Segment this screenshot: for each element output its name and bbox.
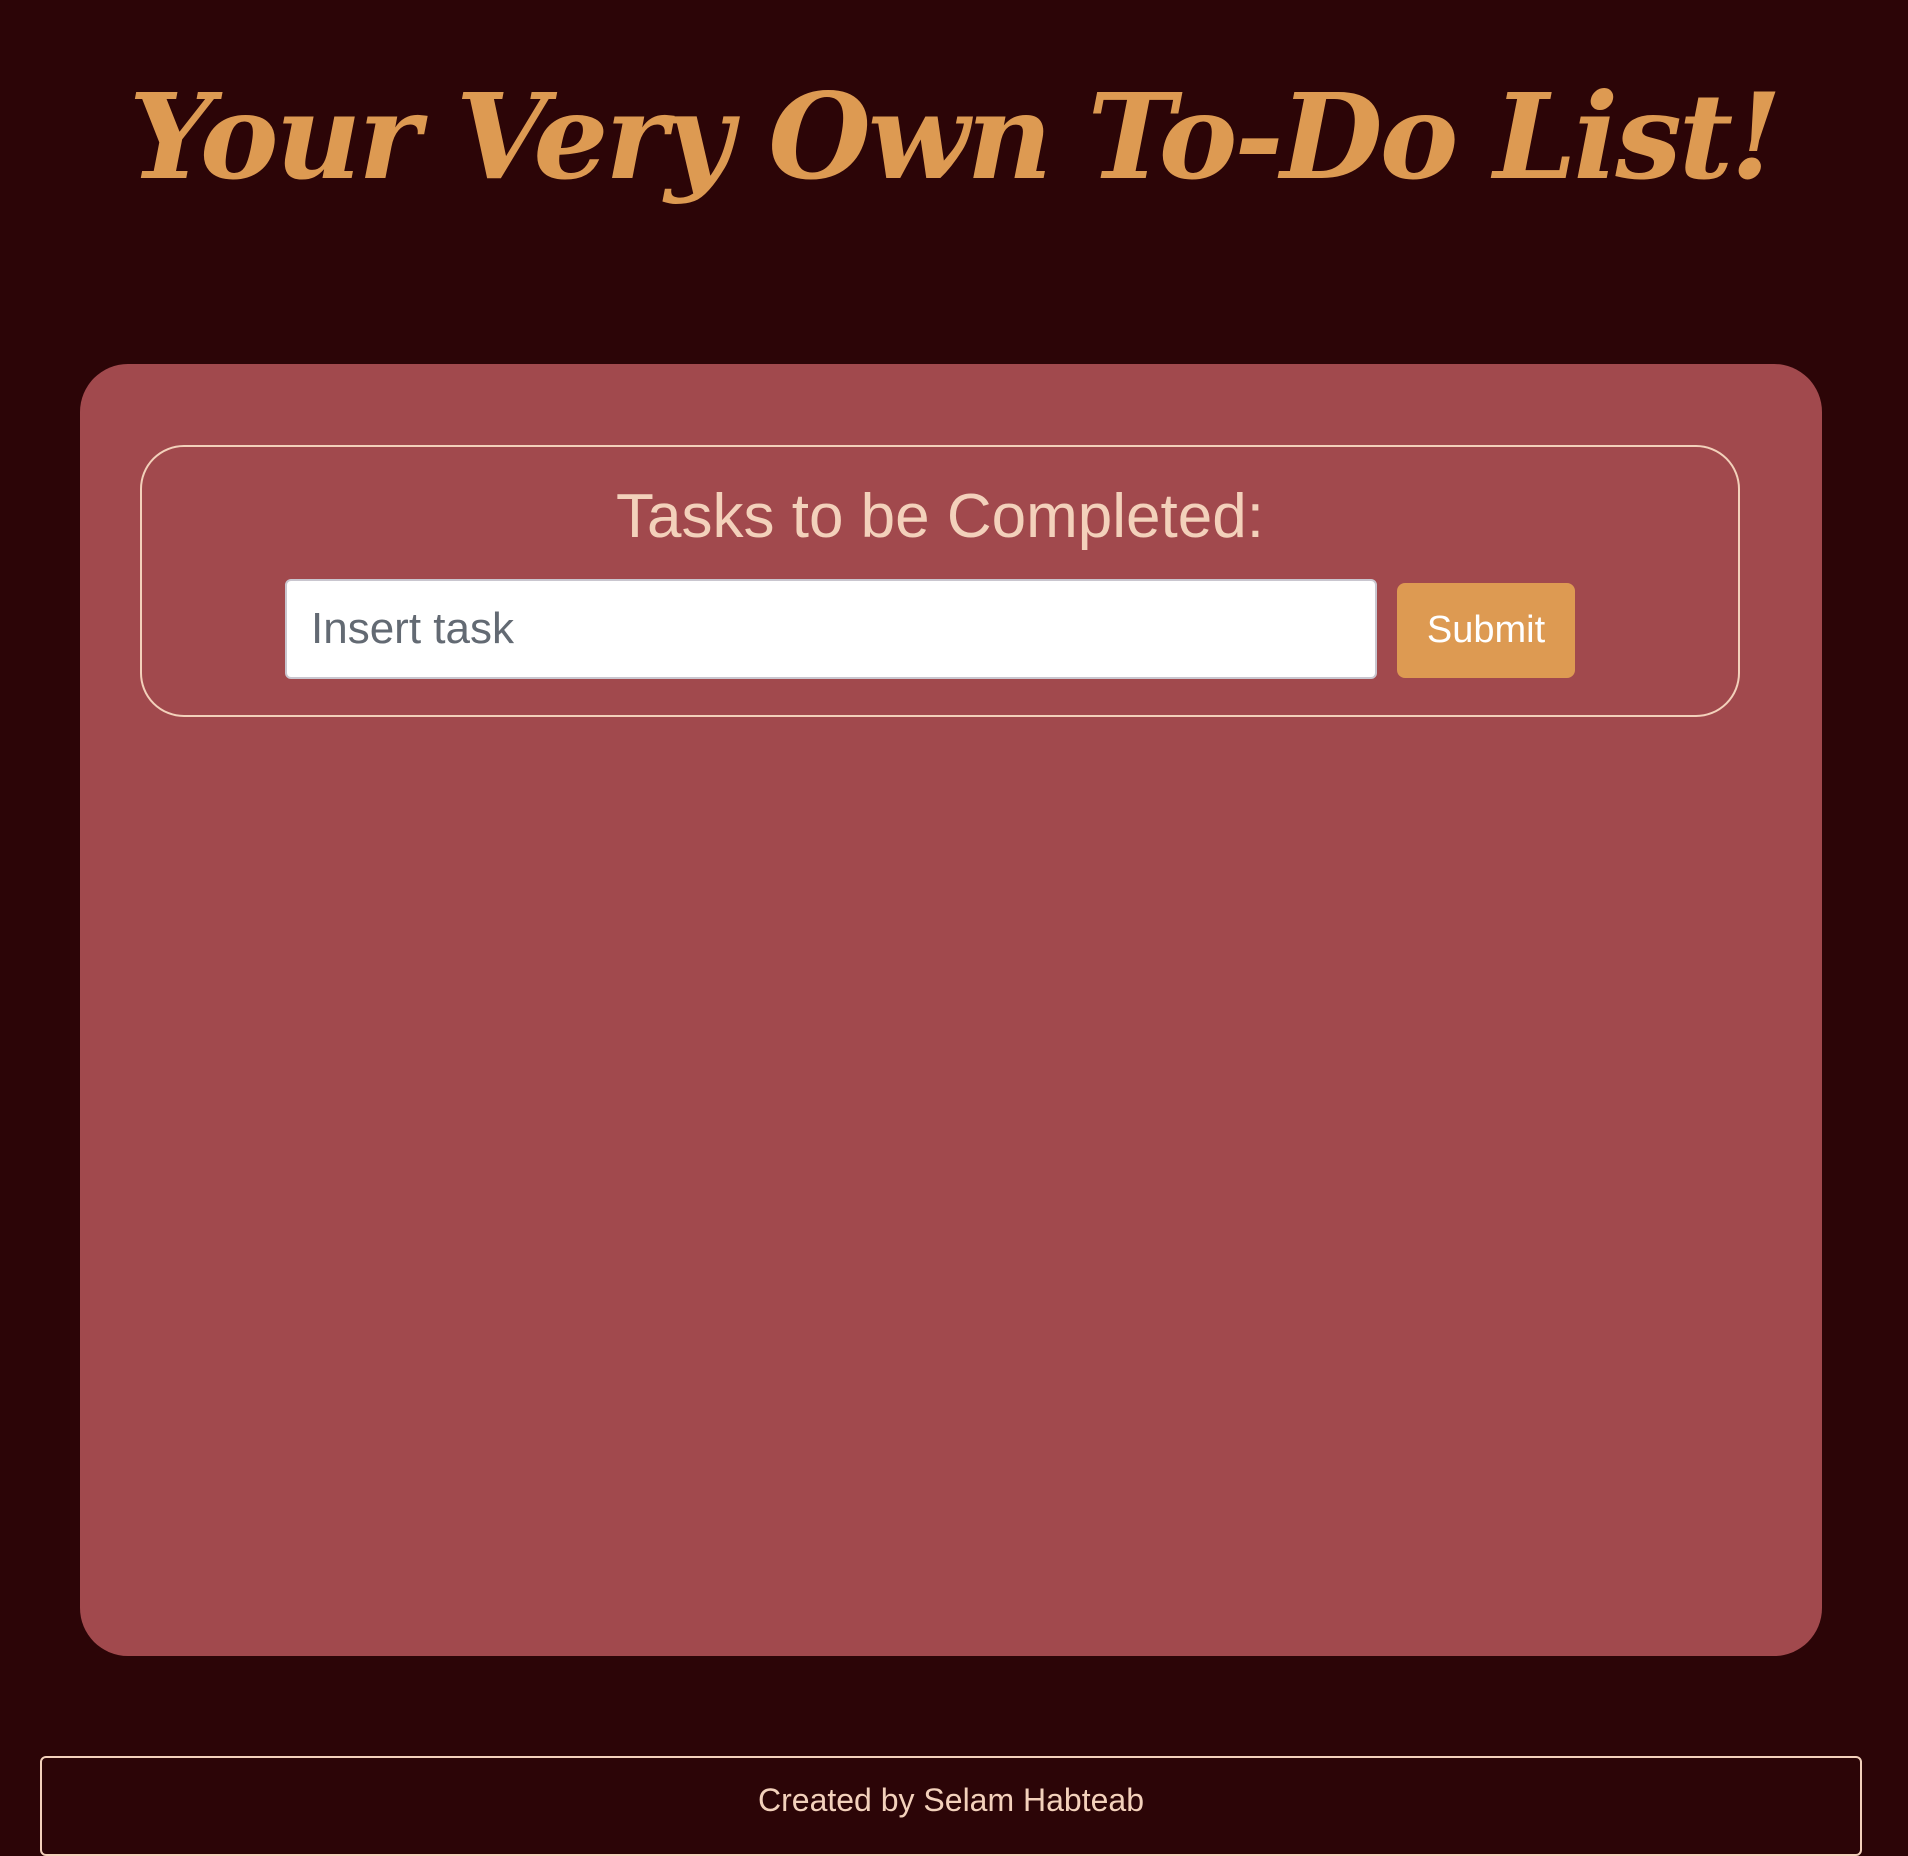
todo-card: Tasks to be Completed: Submit xyxy=(80,364,1822,1656)
footer-credit: Created by Selam Habteab xyxy=(758,1782,1144,1818)
task-input[interactable] xyxy=(285,579,1377,679)
footer: Created by Selam Habteab xyxy=(40,1756,1862,1856)
submit-button[interactable]: Submit xyxy=(1397,583,1575,678)
page-title: Your Very Own To-Do List! xyxy=(128,67,1782,206)
task-form-heading: Tasks to be Completed: xyxy=(616,482,1264,551)
task-form: Tasks to be Completed: Submit xyxy=(140,445,1740,717)
